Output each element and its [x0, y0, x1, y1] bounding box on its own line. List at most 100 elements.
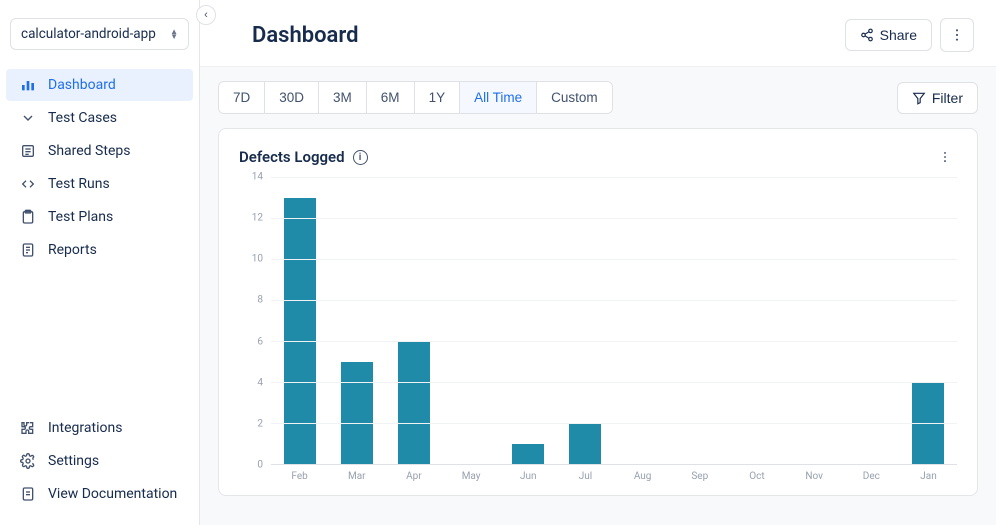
y-tick: 12	[252, 213, 263, 224]
bar-feb[interactable]	[284, 198, 316, 465]
chevron-left-icon: ‹	[204, 9, 208, 21]
y-tick: 4	[257, 377, 263, 388]
sidebar-item-label: View Documentation	[48, 486, 177, 502]
sidebar: calculator-android-app ▲▼ ‹ DashboardTes…	[0, 0, 200, 525]
y-tick: 8	[257, 295, 263, 306]
bar-slot	[614, 177, 671, 464]
range-7d[interactable]: 7D	[219, 82, 265, 113]
y-tick: 2	[257, 418, 263, 429]
sidebar-item-label: Test Runs	[48, 176, 110, 192]
bar-jul[interactable]	[569, 423, 601, 464]
gridline	[271, 177, 957, 178]
range-6m[interactable]: 6M	[367, 82, 415, 113]
sidebar-item-shared-steps[interactable]: Shared Steps	[6, 135, 193, 167]
more-vertical-icon	[938, 150, 952, 164]
filter-button[interactable]: Filter	[897, 82, 978, 114]
sidebar-bottom: IntegrationsSettings View Documentation	[0, 403, 199, 525]
range-3m[interactable]: 3M	[319, 82, 367, 113]
gridline	[271, 423, 957, 424]
filter-icon	[912, 91, 926, 105]
sidebar-item-test-runs[interactable]: Test Runs	[6, 168, 193, 200]
bar-slot	[328, 177, 385, 464]
sidebar-item-settings[interactable]: Settings	[6, 445, 193, 477]
header: Dashboard Share	[200, 0, 996, 66]
sidebar-item-label: Shared Steps	[48, 143, 130, 159]
gridline	[271, 341, 957, 342]
sidebar-item-reports[interactable]: Reports	[6, 234, 193, 266]
range-1y[interactable]: 1Y	[415, 82, 461, 113]
sidebar-item-integrations[interactable]: Integrations	[6, 412, 193, 444]
bar-slot	[385, 177, 442, 464]
share-icon	[860, 28, 874, 42]
bar-slot	[786, 177, 843, 464]
project-selector[interactable]: calculator-android-app ▲▼	[10, 18, 189, 50]
sidebar-item-test-cases[interactable]: Test Cases	[6, 102, 193, 134]
sidebar-bottom-nav: IntegrationsSettings View Documentation	[0, 403, 199, 510]
sidebar-item-test-plans[interactable]: Test Plans	[6, 201, 193, 233]
gridline	[271, 300, 957, 301]
report-icon	[20, 242, 36, 258]
share-label: Share	[880, 27, 917, 43]
sidebar-item-dashboard[interactable]: Dashboard	[6, 69, 193, 101]
share-button[interactable]: Share	[845, 19, 932, 51]
y-tick: 14	[252, 172, 263, 183]
more-menu-button[interactable]	[940, 18, 974, 52]
card-title-wrap: Defects Logged i	[239, 148, 368, 166]
bar-slot	[557, 177, 614, 464]
y-tick: 0	[257, 460, 263, 471]
bar-chart-icon	[20, 77, 36, 93]
x-tick: Sep	[671, 467, 728, 487]
collapse-sidebar-button[interactable]: ‹	[196, 5, 216, 25]
card-menu-button[interactable]	[933, 145, 957, 169]
y-axis: 02468101214	[239, 177, 267, 465]
gridline	[271, 382, 957, 383]
x-tick: Dec	[843, 467, 900, 487]
x-tick: Nov	[786, 467, 843, 487]
y-tick: 6	[257, 336, 263, 347]
x-tick: Feb	[271, 467, 328, 487]
sidebar-item-label: Test Plans	[48, 209, 113, 225]
chevron-down-icon	[20, 110, 36, 126]
chart: 02468101214 FebMarAprMayJunJulAugSepOctN…	[239, 177, 957, 487]
info-icon[interactable]: i	[353, 150, 368, 165]
gear-icon	[20, 453, 36, 469]
list-icon	[20, 143, 36, 159]
bar-slot	[843, 177, 900, 464]
y-tick: 10	[252, 254, 263, 265]
bar-jun[interactable]	[512, 444, 544, 465]
project-name: calculator-android-app	[21, 26, 156, 42]
range-custom[interactable]: Custom	[537, 82, 612, 113]
sidebar-item-label: Dashboard	[48, 77, 116, 93]
dashboard-body: 7D30D3M6M1YAll TimeCustom Filter Defects…	[200, 66, 996, 525]
x-axis: FebMarAprMayJunJulAugSepOctNovDecJan	[271, 467, 957, 487]
sidebar-item-view-documentation[interactable]: View Documentation	[6, 478, 193, 510]
bar-apr[interactable]	[398, 341, 430, 464]
x-tick: Jul	[557, 467, 614, 487]
toolbar: 7D30D3M6M1YAll TimeCustom Filter	[218, 81, 978, 114]
x-tick: Oct	[728, 467, 785, 487]
range-30d[interactable]: 30D	[265, 82, 319, 113]
bar-slot	[728, 177, 785, 464]
bars-container	[271, 177, 957, 464]
bar-slot	[271, 177, 328, 464]
filter-label: Filter	[932, 90, 963, 106]
doc-icon	[20, 486, 36, 502]
gridline	[271, 218, 957, 219]
defects-card: Defects Logged i 0 2 4 6 8 10 12 14 FebMarAprMa…	[218, 128, 978, 496]
gridline	[271, 259, 957, 260]
bar-mar[interactable]	[341, 362, 373, 465]
range-all-time[interactable]: All Time	[460, 82, 537, 113]
bar-slot	[900, 177, 957, 464]
plot-area	[271, 177, 957, 465]
updown-icon: ▲▼	[170, 29, 178, 39]
x-tick: Apr	[385, 467, 442, 487]
clipboard-icon	[20, 209, 36, 225]
sidebar-item-label: Test Cases	[48, 110, 117, 126]
bar-slot	[500, 177, 557, 464]
card-header: Defects Logged i	[239, 145, 957, 169]
x-tick: Mar	[328, 467, 385, 487]
sidebar-top: calculator-android-app ▲▼	[0, 0, 199, 60]
x-tick: Jan	[900, 467, 957, 487]
x-tick: Jun	[500, 467, 557, 487]
sidebar-nav: Dashboard Test Cases Shared Steps Test Runs…	[0, 60, 199, 267]
